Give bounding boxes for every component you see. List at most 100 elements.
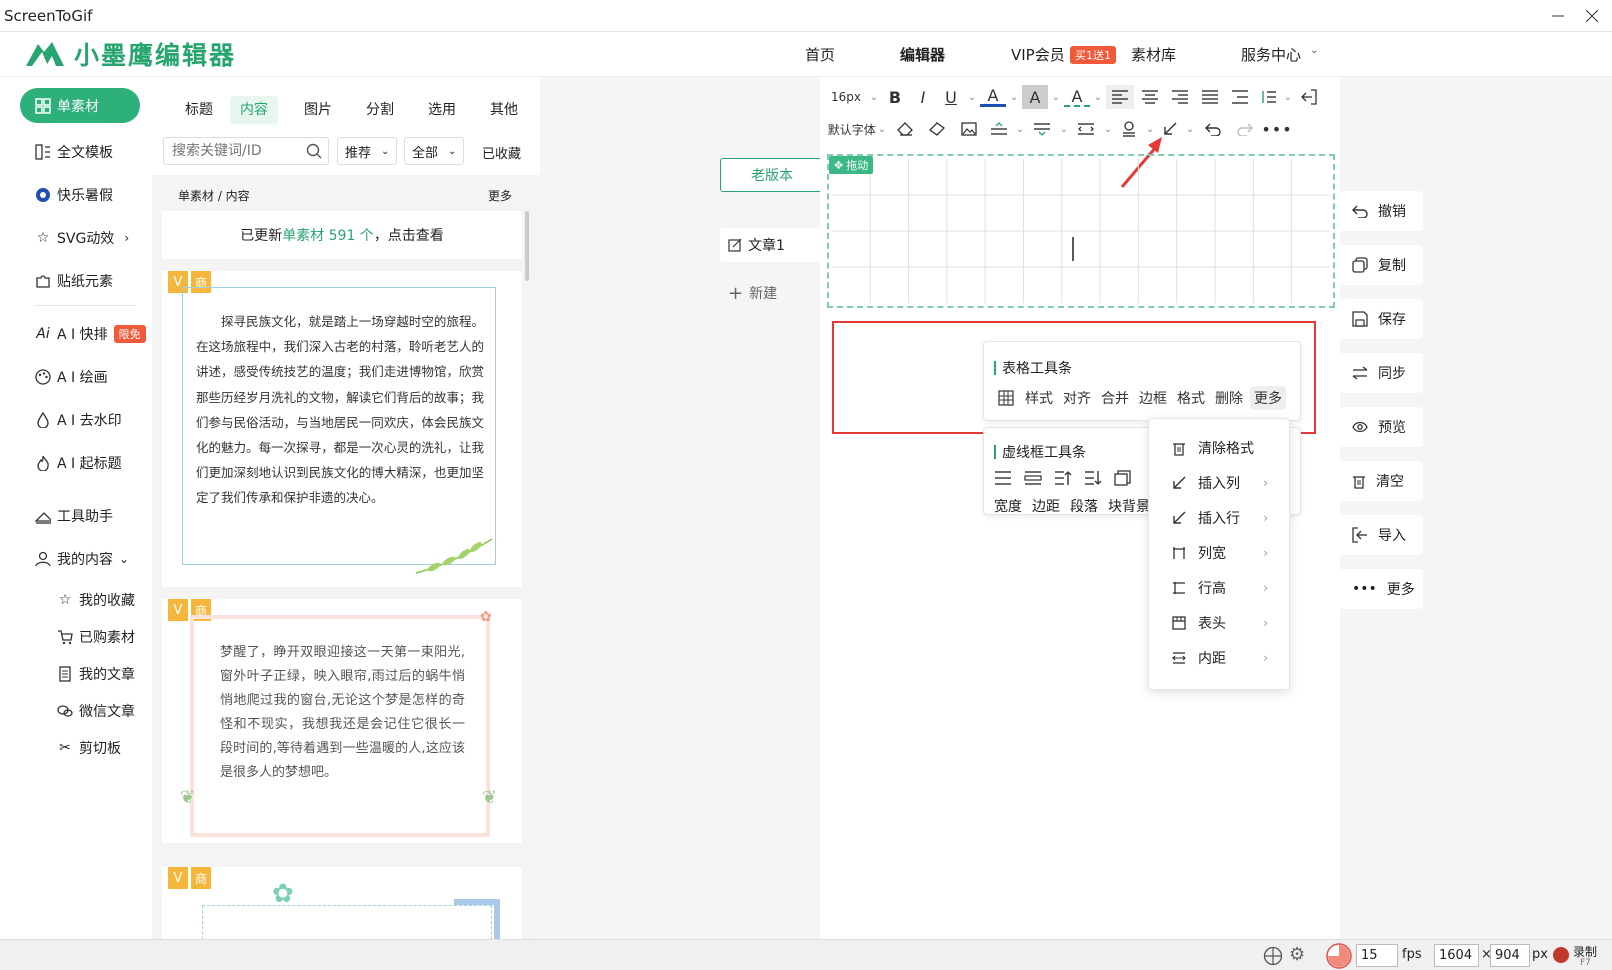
tab-other[interactable]: 其他 [480, 96, 528, 124]
justify-icon[interactable] [1196, 85, 1224, 109]
sidebar-item-summer[interactable]: 快乐暑假 [35, 183, 113, 207]
record-icon[interactable] [1553, 947, 1569, 963]
brand-logo[interactable]: 小墨鹰编辑器 [22, 36, 236, 72]
copy-block-icon[interactable] [1114, 470, 1132, 486]
nav-library[interactable]: 素材库 [1131, 44, 1176, 65]
tab-divider[interactable]: 分割 [356, 96, 404, 124]
align-left-icon[interactable] [1106, 85, 1134, 109]
height-input[interactable]: 904 [1490, 944, 1530, 967]
align-center-icon[interactable] [1136, 85, 1164, 109]
sidebar-item-favorites[interactable]: ☆ 我的收藏 [57, 588, 135, 612]
update-link[interactable]: 单素材 591 个 [282, 225, 374, 245]
paragraph-spacing-icon[interactable] [986, 117, 1012, 141]
spacing-after-icon[interactable] [1028, 117, 1056, 141]
drag-handle[interactable]: ✥ 拖动 [829, 156, 874, 174]
fps-input[interactable]: 15 [1356, 944, 1398, 967]
panel-scrollbar[interactable] [525, 211, 529, 281]
align-top-icon[interactable] [994, 470, 1012, 486]
chevron-down-icon[interactable]: ⌄ [1014, 117, 1026, 141]
chevron-down-icon[interactable]: ⌄ [1058, 117, 1070, 141]
menu-item-insert-row[interactable]: 插入行 › [1148, 501, 1288, 535]
preview-action-button[interactable]: 预览 [1338, 407, 1423, 447]
sidebar-item-wechat[interactable]: 微信文章 [57, 699, 135, 723]
chevron-down-icon[interactable]: ⌄ [1102, 117, 1114, 141]
clear-action-button[interactable]: 清空 [1338, 461, 1423, 501]
table-merge-button[interactable]: 合并 [1098, 386, 1132, 410]
highlight-icon[interactable]: A [1022, 85, 1048, 109]
grid-table[interactable] [832, 159, 1330, 303]
undo-icon[interactable] [1198, 117, 1228, 141]
table-block[interactable]: ✥ 拖动 [827, 154, 1335, 308]
chevron-down-icon[interactable]: ⌄ [1282, 85, 1294, 109]
material-card[interactable]: V 商 探寻民族文化，就是踏上一场穿越时空的旅程。在这场旅程中，我们深入古老的村… [162, 271, 522, 587]
chevron-down-icon[interactable]: ⌄ [1050, 85, 1062, 109]
table-border-button[interactable]: 边框 [1136, 386, 1170, 410]
nav-service[interactable]: 服务中心 [1241, 44, 1301, 65]
line-spacing-icon[interactable] [1256, 85, 1280, 109]
more-link[interactable]: 更多 [488, 187, 512, 204]
bold-icon[interactable]: B [882, 85, 908, 109]
chevron-down-icon[interactable]: ⌄ [1184, 117, 1196, 141]
nav-vip[interactable]: VIP会员 [1011, 44, 1065, 65]
eraser-icon[interactable] [890, 117, 920, 141]
sidebar-item-ai-layout[interactable]: Ai A I 快排 限免 [35, 322, 146, 346]
menu-item-clear-format[interactable]: 清除格式 [1148, 431, 1288, 465]
align-middle-icon[interactable] [1024, 470, 1042, 486]
favorites-filter[interactable]: 已收藏 [482, 143, 521, 162]
text-effect-icon[interactable]: A [1064, 87, 1090, 107]
sort-up-icon[interactable] [1054, 470, 1072, 486]
menu-item-insert-column[interactable]: 插入列 › [1148, 466, 1288, 500]
sort-down-icon[interactable] [1084, 470, 1102, 486]
table-icon[interactable] [994, 386, 1018, 410]
filter-select[interactable]: 全部 ⌄ [404, 137, 464, 165]
sidebar-item-my-content[interactable]: 我的内容 ⌄ [35, 547, 129, 571]
table-format-button[interactable]: 格式 [1174, 386, 1208, 410]
undo-action-button[interactable]: 撤销 [1338, 191, 1423, 231]
font-family-select[interactable]: 默认字体 ⌄ [826, 117, 888, 141]
new-doc-button[interactable]: + 新建 [720, 276, 824, 310]
margin-button[interactable]: 边距 [1032, 496, 1060, 516]
paragraph-button[interactable]: 段落 [1070, 496, 1098, 516]
nav-home[interactable]: 首页 [805, 44, 835, 65]
table-style-button[interactable]: 样式 [1022, 386, 1056, 410]
indent-icon[interactable] [1226, 85, 1254, 109]
align-right-icon[interactable] [1166, 85, 1194, 109]
more-icon[interactable]: ••• [1261, 117, 1292, 141]
more-action-button[interactable]: ••• 更多 [1338, 569, 1423, 609]
sidebar-item-clipboard[interactable]: ✂ 剪切板 [57, 736, 121, 760]
search-input[interactable] [164, 138, 294, 164]
menu-item-row-height[interactable]: 行高 › [1148, 571, 1288, 605]
menu-item-table-header[interactable]: 表头 › [1148, 606, 1288, 640]
sidebar-item-svg[interactable]: ☆ SVG动效 › [35, 226, 129, 250]
font-color-icon[interactable]: A [980, 86, 1006, 107]
table-more-button[interactable]: 更多 [1250, 386, 1286, 410]
menu-item-column-width[interactable]: 列宽 › [1148, 536, 1288, 570]
tab-select[interactable]: 选用 [418, 96, 466, 124]
settings-icon[interactable]: ⚙ [1289, 944, 1305, 965]
block-bg-button[interactable]: 块背景 [1108, 496, 1150, 516]
underline-icon[interactable]: U [938, 85, 964, 109]
save-action-button[interactable]: 保存 [1338, 299, 1423, 339]
table-align-button[interactable]: 对齐 [1060, 386, 1094, 410]
tab-image[interactable]: 图片 [294, 96, 342, 124]
width-input[interactable]: 1604 [1434, 944, 1479, 967]
sort-select[interactable]: 推荐 ⌄ [337, 137, 397, 165]
font-size-select[interactable]: 16px [826, 85, 866, 109]
export-icon[interactable] [1296, 85, 1322, 109]
copy-action-button[interactable]: 复制 [1338, 245, 1423, 285]
chevron-down-icon[interactable]: ⌄ [1008, 85, 1020, 109]
chevron-down-icon[interactable]: ⌄ [868, 85, 880, 109]
sidebar-item-purchased[interactable]: 已购素材 [57, 625, 135, 649]
crosshair-icon[interactable] [1263, 946, 1283, 966]
sidebar-item-ai-title[interactable]: A I 起标题 [35, 451, 122, 475]
sidebar-item-ai-paint[interactable]: A I 绘画 [35, 365, 108, 389]
search-icon[interactable] [306, 143, 322, 159]
width-button[interactable]: 宽度 [994, 496, 1022, 516]
sidebar-item-articles[interactable]: 我的文章 [57, 662, 135, 686]
sidebar-item-template[interactable]: 全文模板 [35, 140, 113, 164]
format-painter-icon[interactable] [922, 117, 952, 141]
sidebar-item-tools[interactable]: 工具助手 [35, 504, 113, 528]
menu-item-padding[interactable]: 内距 › [1148, 641, 1288, 675]
nav-editor[interactable]: 编辑器 [900, 44, 945, 65]
sidebar-item-ai-watermark[interactable]: A I 去水印 [35, 408, 122, 432]
